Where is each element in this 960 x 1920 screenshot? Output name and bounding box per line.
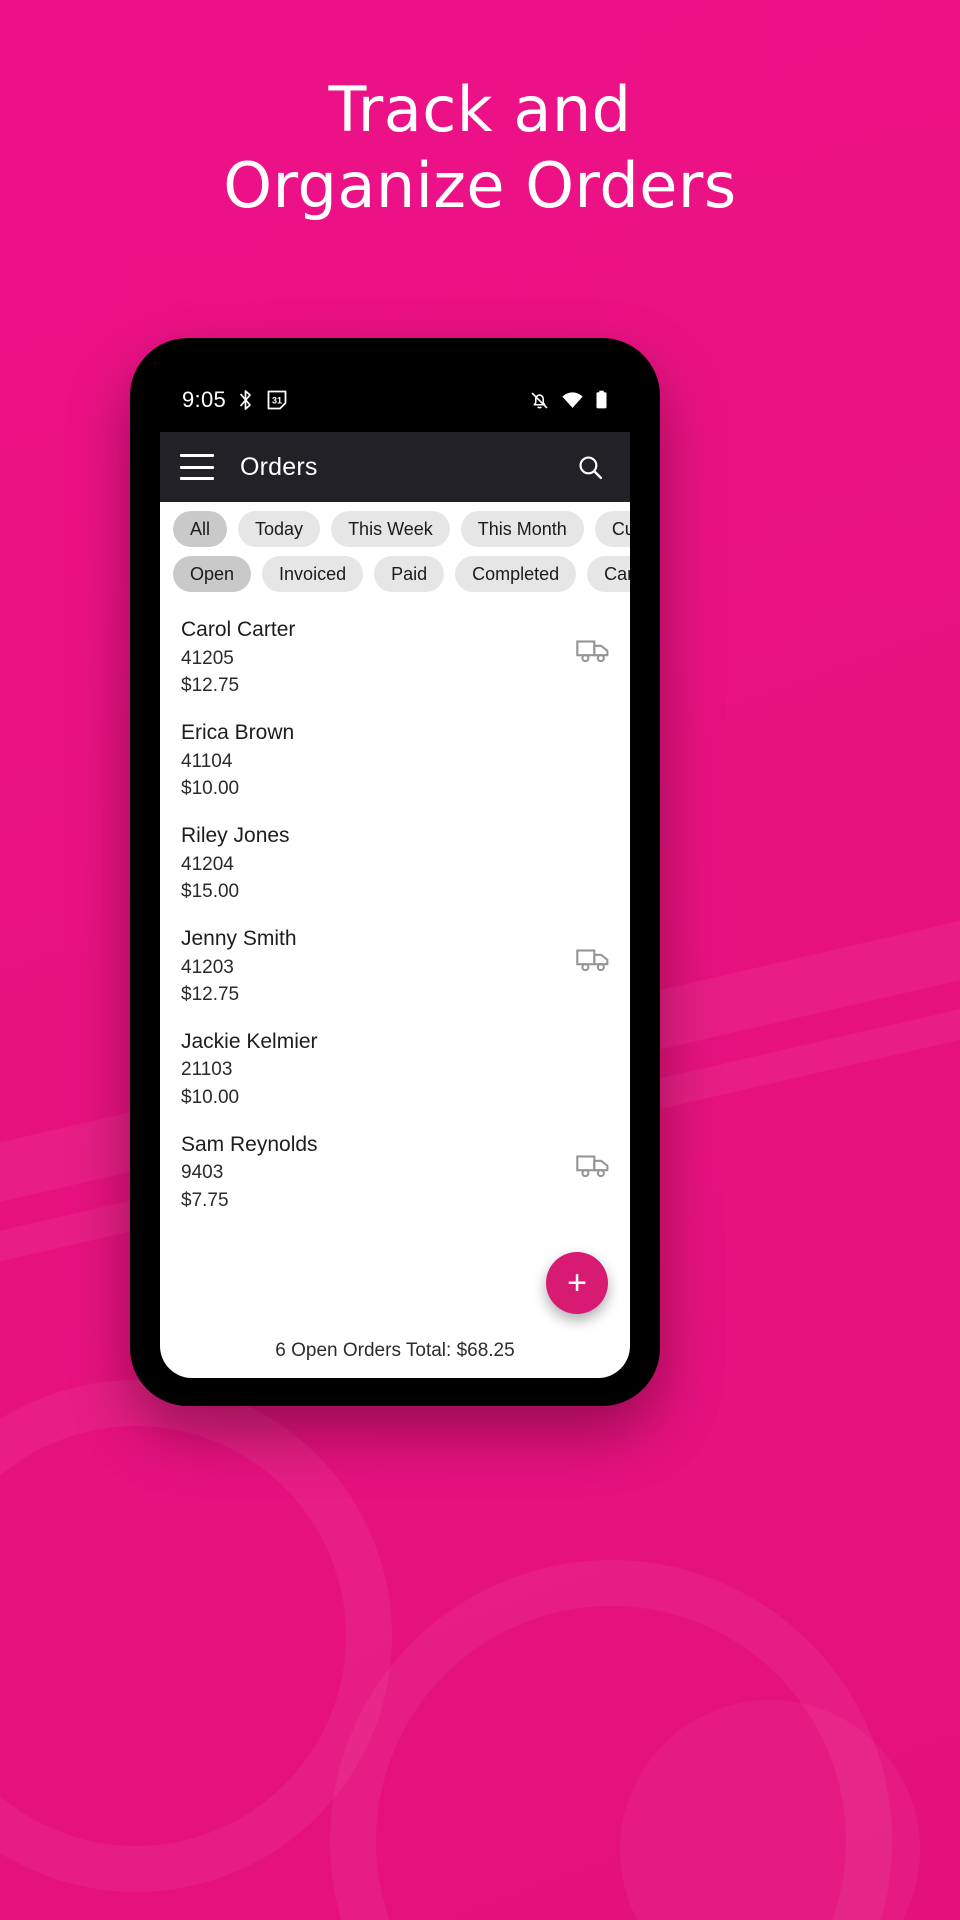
headline-line-1: Track and	[328, 73, 632, 146]
date-filter-chips: All Today This Week This Month Custom	[160, 502, 630, 547]
order-customer-name: Jenny Smith	[181, 926, 297, 950]
headline-line-2: Organize Orders	[223, 148, 737, 222]
order-details: Jackie Kelmier 21103 $10.00	[181, 1027, 576, 1112]
app-bar: Orders	[160, 432, 630, 502]
plus-icon: +	[567, 1264, 587, 1302]
order-list-item[interactable]: Erica Brown 41104 $10.00	[160, 709, 630, 812]
order-customer-name: Riley Jones	[181, 823, 290, 847]
order-customer-name: Carol Carter	[181, 618, 296, 641]
page-title: Track and Organize Orders	[0, 72, 960, 223]
status-bar-clock: 9:05	[182, 387, 227, 412]
date-filter-chip-today[interactable]: Today	[238, 511, 321, 547]
order-number: 41204	[181, 853, 234, 875]
status-filter-chip-cancelled[interactable]: Cancelled	[587, 556, 630, 592]
order-number: 41203	[181, 956, 234, 978]
notifications-off-icon	[531, 391, 548, 409]
order-amount: $7.75	[181, 1189, 229, 1211]
battery-icon	[596, 390, 607, 409]
app-bar-title: Orders	[240, 452, 318, 481]
order-number: 41205	[181, 647, 234, 669]
status-bar-right	[529, 389, 608, 411]
bluetooth-icon	[240, 390, 251, 410]
orders-screen: All Today This Week This Month Custom Open In…	[160, 502, 630, 1378]
order-list-item[interactable]: Carol Carter 41205 $12.75	[160, 606, 630, 709]
wifi-icon	[562, 391, 583, 408]
order-amount: $10.00	[181, 1086, 240, 1108]
status-bar: 9:05 31	[160, 368, 630, 432]
order-number: 41104	[181, 750, 233, 772]
date-filter-chip-all[interactable]: All	[173, 511, 228, 547]
delivery-truck-icon	[576, 1148, 610, 1182]
order-list-item[interactable]: Riley Jones 41204 $15.00	[160, 812, 630, 915]
status-filter-chips: Open Invoiced Paid Completed Cancelled	[160, 547, 630, 592]
search-icon[interactable]	[570, 447, 610, 487]
order-customer-name: Jackie Kelmier	[181, 1029, 318, 1053]
order-details: Erica Brown 41104 $10.00	[181, 718, 576, 803]
order-number: 9403	[181, 1162, 224, 1184]
date-filter-chip-custom[interactable]: Custom	[594, 511, 630, 547]
order-details: Sam Reynolds 9403 $7.75	[181, 1130, 576, 1215]
order-customer-name: Sam Reynolds	[181, 1132, 318, 1156]
order-amount: $12.75	[181, 675, 240, 697]
date-filter-chip-this-month[interactable]: This Month	[460, 511, 584, 547]
date-filter-chip-this-week[interactable]: This Week	[331, 511, 450, 547]
calendar-31-icon: 31	[267, 390, 287, 410]
order-number: 21103	[181, 1059, 233, 1081]
orders-list[interactable]: Carol Carter 41205 $12.75 Erica Brown 41104 $…	[160, 592, 630, 1340]
phone-screen: 9:05 31 Orders All Today This Week This …	[160, 368, 630, 1378]
status-filter-chip-open[interactable]: Open	[173, 556, 252, 592]
order-customer-name: Erica Brown	[181, 720, 295, 744]
status-filter-chip-invoiced[interactable]: Invoiced	[262, 556, 364, 592]
order-details: Riley Jones 41204 $15.00	[181, 821, 576, 906]
order-list-item[interactable]: Jenny Smith 41203 $12.75	[160, 915, 630, 1018]
delivery-truck-icon	[576, 942, 610, 976]
order-details: Carol Carter 41205 $12.75	[181, 615, 576, 700]
order-amount: $15.00	[181, 881, 240, 903]
add-order-button[interactable]: +	[546, 1252, 608, 1314]
status-filter-chip-paid[interactable]: Paid	[374, 556, 445, 592]
status-filter-chip-completed[interactable]: Completed	[455, 556, 577, 592]
status-bar-left: 9:05 31	[182, 387, 288, 413]
orders-total-footer: 6 Open Orders Total: $68.25	[275, 1340, 515, 1361]
delivery-truck-icon	[576, 633, 610, 667]
order-amount: $10.00	[181, 778, 240, 800]
order-details: Jenny Smith 41203 $12.75	[181, 924, 576, 1009]
hamburger-menu-icon[interactable]	[180, 454, 214, 480]
phone-mockup: 9:05 31 Orders All Today This Week This …	[130, 338, 660, 1406]
order-list-item[interactable]: Jackie Kelmier 21103 $10.00	[160, 1018, 630, 1121]
svg-text:31: 31	[272, 395, 282, 405]
order-amount: $12.75	[181, 984, 240, 1006]
order-list-item[interactable]: Sam Reynolds 9403 $7.75	[160, 1121, 630, 1224]
